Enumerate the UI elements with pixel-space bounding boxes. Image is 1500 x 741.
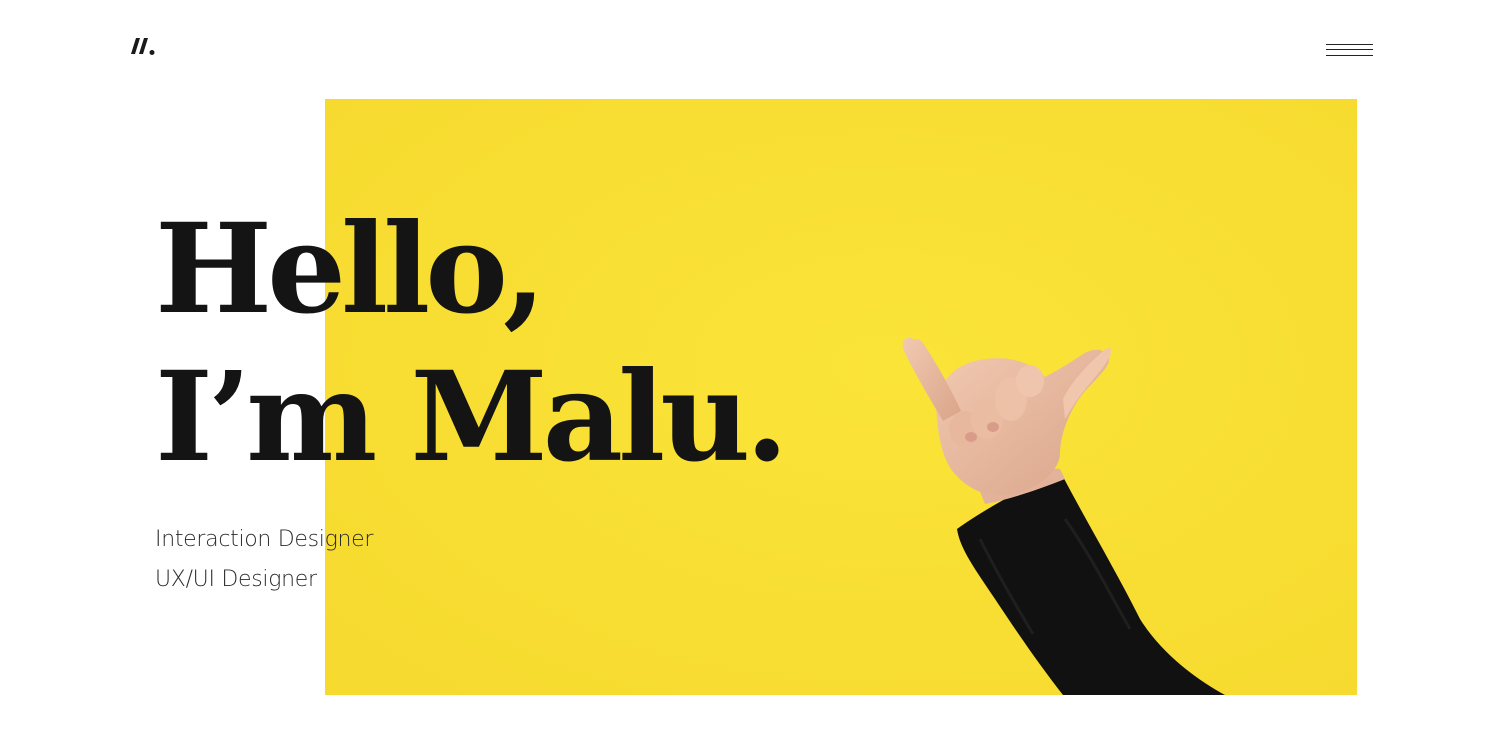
role-list: Interaction Designer UX/UI Designer: [155, 520, 373, 600]
role-item: UX/UI Designer: [155, 567, 317, 592]
hamburger-menu-icon: [1326, 44, 1373, 45]
role-item: Interaction Designer: [155, 527, 374, 552]
menu-line: [1326, 49, 1373, 50]
headline-line-2: I’m Malu.: [155, 345, 789, 490]
headline-line-1: Hello,: [155, 197, 546, 342]
hero-headline: Hello, I’m Malu.: [155, 196, 789, 492]
logo-link[interactable]: [128, 34, 160, 60]
menu-line: [1326, 55, 1373, 56]
slash-dot-logo-icon: [131, 38, 155, 55]
menu-button[interactable]: [1320, 38, 1380, 62]
